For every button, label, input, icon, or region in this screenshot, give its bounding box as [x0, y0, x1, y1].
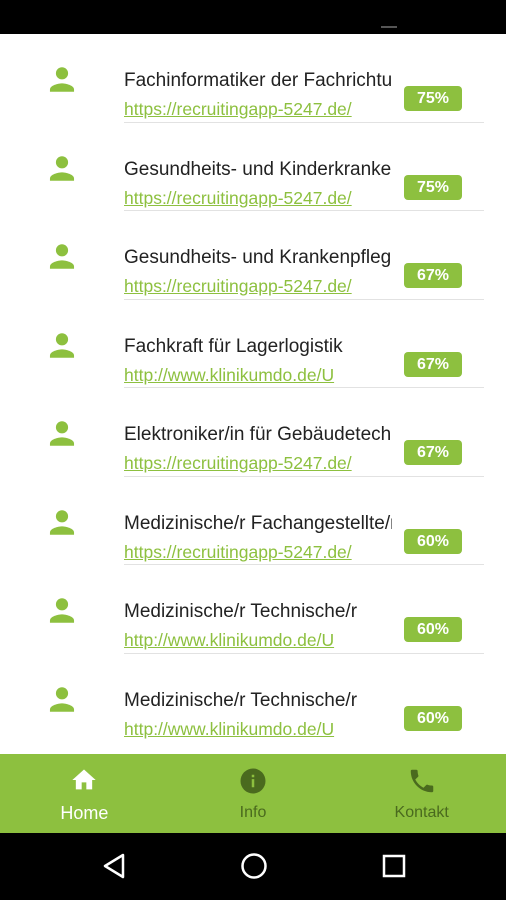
job-list[interactable]: Fachinformatiker der Fachrichtung https:…: [0, 34, 506, 754]
match-badge: 60%: [404, 705, 462, 731]
home-circle-icon[interactable]: [240, 852, 268, 880]
person-icon: [49, 67, 75, 92]
nav-kontakt-label: Kontakt: [394, 804, 449, 821]
list-item[interactable]: Fachkraft für Lagerlogistik http://www.k…: [0, 300, 506, 388]
match-badge: 75%: [404, 86, 462, 111]
person-icon: [49, 244, 75, 269]
job-link[interactable]: https://recruitingapp-5247.de/: [124, 275, 386, 297]
job-link[interactable]: https://recruitingapp-5247.de/: [124, 98, 386, 120]
system-navigation-bar: [0, 833, 506, 900]
home-icon: [72, 769, 96, 790]
back-icon[interactable]: [101, 852, 127, 880]
list-item[interactable]: Medizinische/r Fachangestellte/r https:/…: [0, 477, 506, 565]
nav-home[interactable]: Home: [0, 754, 169, 833]
recents-icon[interactable]: [381, 852, 407, 880]
job-link[interactable]: http://www.klinikumdo.de/U: [124, 718, 386, 740]
match-badge: 75%: [404, 174, 462, 200]
person-icon: [49, 598, 75, 623]
match-badge: 60%: [404, 528, 462, 554]
phone-icon: [410, 769, 433, 793]
nav-info-label: Info: [239, 804, 267, 821]
job-title: Fachinformatiker der Fachrichtung: [124, 70, 392, 91]
nav-info[interactable]: Info: [169, 754, 338, 833]
job-link[interactable]: https://recruitingapp-5247.de/: [124, 541, 386, 563]
status-bar: [0, 0, 506, 34]
person-icon: [49, 686, 75, 712]
job-title: Fachkraft für Lagerlogistik: [124, 335, 343, 357]
job-title: Gesundheits- und Kinderkrankenpfleger: [124, 158, 392, 180]
list-item[interactable]: Elektroniker/in für Gebäudetechnik https…: [0, 388, 506, 477]
info-icon: [240, 768, 266, 794]
job-link[interactable]: https://recruitingapp-5247.de/: [124, 187, 386, 209]
job-title: Medizinische/r Fachangestellte/r: [124, 512, 392, 534]
person-icon: [49, 332, 75, 358]
person-icon: [49, 509, 75, 535]
person-icon: [49, 155, 75, 181]
job-link[interactable]: http://www.klinikumdo.de/U: [124, 364, 386, 386]
nav-home-label: Home: [60, 803, 109, 823]
list-item[interactable]: Gesundheits- und Krankenpfleger https://…: [0, 211, 506, 300]
match-badge: 67%: [404, 440, 462, 465]
match-badge: 60%: [404, 617, 462, 642]
job-title: Elektroniker/in für Gebäudetechnik: [124, 424, 392, 445]
bottom-navigation: Home Info Kontakt: [0, 754, 506, 833]
person-icon: [49, 421, 75, 446]
list-item[interactable]: Medizinische/r Technische/r http://www.k…: [0, 654, 506, 743]
list-item[interactable]: Gesundheits- und Kinderkrankenpfleger ht…: [0, 123, 506, 211]
status-indicator: [381, 26, 397, 28]
match-badge: 67%: [404, 351, 462, 377]
list-item[interactable]: Fachinformatiker der Fachrichtung https:…: [0, 34, 506, 123]
job-title: Medizinische/r Technische/r: [124, 689, 358, 711]
job-title: Medizinische/r Technische/r: [124, 601, 358, 622]
job-link[interactable]: http://www.klinikumdo.de/U: [124, 629, 386, 651]
job-link[interactable]: https://recruitingapp-5247.de/: [124, 452, 386, 474]
job-title: Gesundheits- und Krankenpfleger: [124, 247, 392, 268]
nav-kontakt[interactable]: Kontakt: [337, 754, 506, 833]
match-badge: 67%: [404, 263, 462, 288]
list-item[interactable]: Medizinische/r Technische/r http://www.k…: [0, 565, 506, 654]
